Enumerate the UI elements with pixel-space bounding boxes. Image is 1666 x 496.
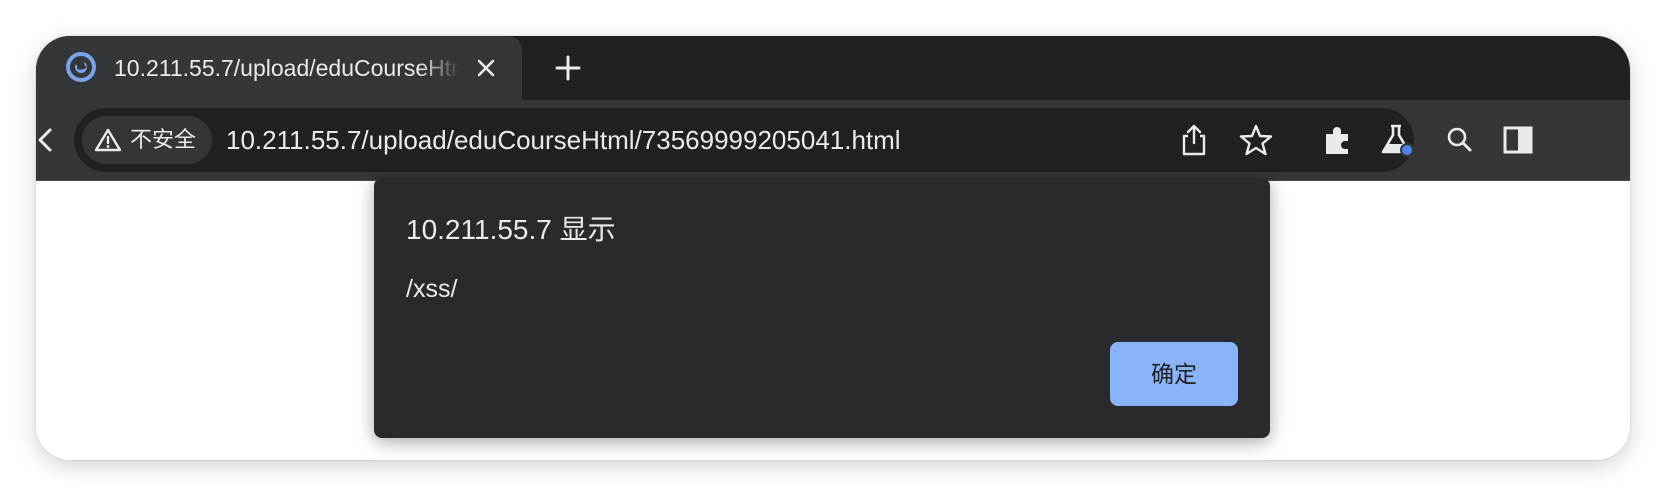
chevron-left-icon[interactable]	[36, 120, 70, 160]
toolbar: 不安全 10.211.55.7/upload/eduCourseHtml/735…	[36, 100, 1630, 180]
security-chip[interactable]: 不安全	[82, 116, 212, 164]
close-icon[interactable]	[472, 54, 500, 82]
share-icon[interactable]	[1176, 122, 1212, 158]
warning-triangle-icon	[94, 126, 122, 154]
flask-icon[interactable]	[1378, 122, 1414, 158]
dialog-title: 10.211.55.7 显示	[406, 214, 616, 245]
globe-icon	[64, 50, 98, 84]
security-label: 不安全	[130, 127, 197, 152]
alert-dialog: 10.211.55.7 显示 /xss/ 确定	[374, 178, 1270, 438]
ok-button[interactable]: 确定	[1110, 342, 1238, 406]
url-text[interactable]: 10.211.55.7/upload/eduCourseHtml/7356999…	[226, 108, 901, 172]
dialog-message: /xss/	[406, 275, 458, 303]
address-bar[interactable]: 不安全 10.211.55.7/upload/eduCourseHtml/735…	[74, 108, 1414, 172]
puzzle-icon[interactable]	[1320, 122, 1356, 158]
tab-title: 10.211.55.7/upload/eduCourseHtml/7356999…	[114, 55, 460, 81]
tab-strip: 10.211.55.7/upload/eduCourseHtml/7356999…	[36, 36, 1630, 100]
active-tab[interactable]: 10.211.55.7/upload/eduCourseHtml/7356999…	[36, 36, 522, 100]
search-icon[interactable]	[1442, 122, 1478, 158]
side-panel-icon[interactable]	[1500, 122, 1536, 158]
star-icon[interactable]	[1238, 122, 1274, 158]
plus-icon[interactable]	[552, 52, 584, 84]
